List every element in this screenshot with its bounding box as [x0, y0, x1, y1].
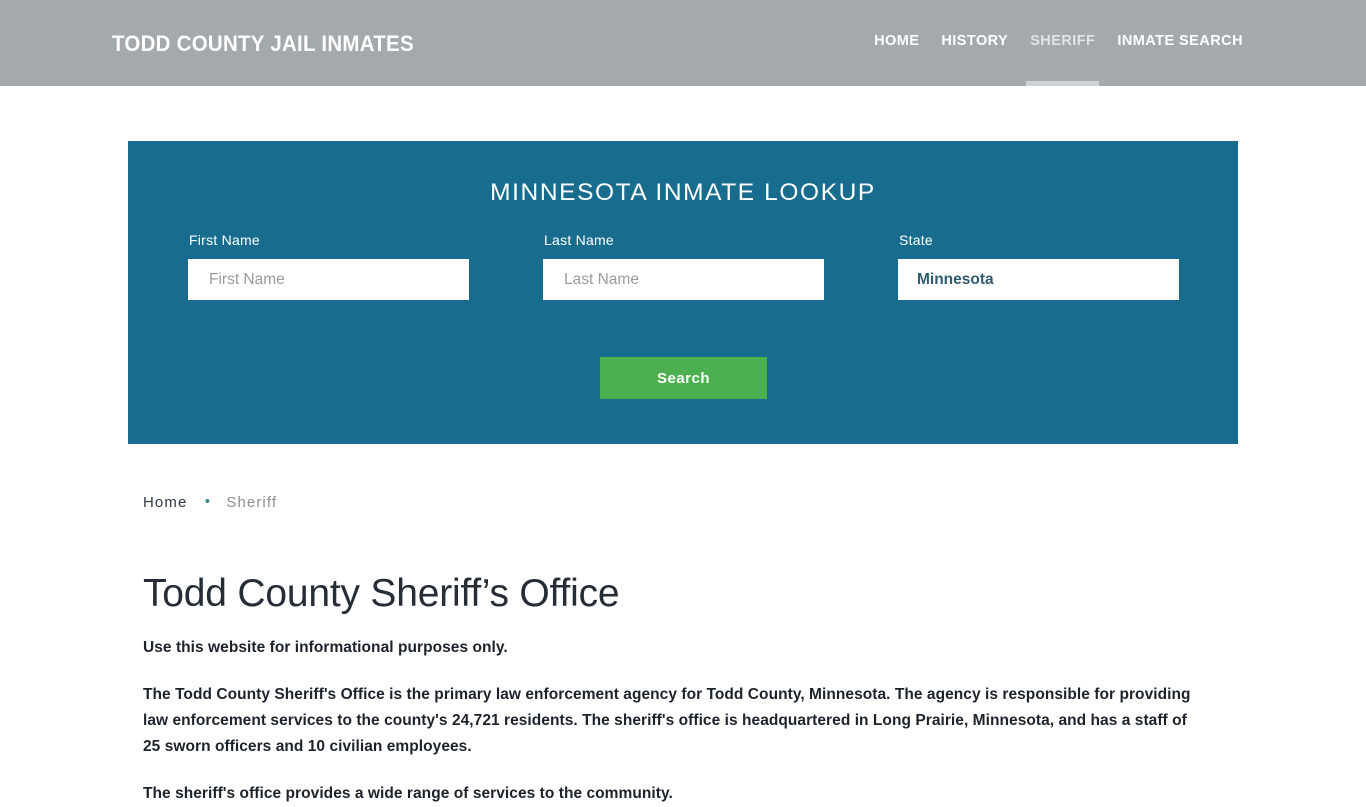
agency-intro-paragraph: The Todd County Sheriff's Office is the …: [143, 686, 1191, 755]
breadcrumb-separator-dot-icon: •: [204, 493, 212, 510]
first-name-input[interactable]: [188, 259, 469, 300]
search-button[interactable]: Search: [600, 357, 767, 399]
last-name-label: Last Name: [544, 232, 614, 248]
main-navigation: HOME HISTORY SHERIFF INMATE SEARCH: [863, 0, 1254, 86]
page-body: Use this website for informational purpo…: [143, 617, 1233, 807]
informational-note: Use this website for informational purpo…: [143, 639, 508, 656]
nav-item-history[interactable]: HISTORY: [930, 0, 1019, 86]
state-label: State: [899, 232, 933, 248]
site-header: TODD COUNTY JAIL INMATES HOME HISTORY SH…: [0, 0, 1366, 86]
lookup-panel-title: MINNESOTA INMATE LOOKUP: [490, 179, 876, 206]
state-select[interactable]: Minnesota: [898, 259, 1179, 300]
nav-item-inmate-search[interactable]: INMATE SEARCH: [1106, 0, 1254, 86]
last-name-input[interactable]: [543, 259, 824, 300]
nav-item-sheriff[interactable]: SHERIFF: [1019, 0, 1106, 86]
nav-item-home[interactable]: HOME: [863, 0, 930, 86]
breadcrumb: Home • Sheriff: [143, 492, 1233, 514]
first-name-field-group: First Name: [188, 231, 469, 300]
first-name-label: First Name: [189, 232, 260, 248]
breadcrumb-home-link[interactable]: Home: [143, 494, 187, 511]
agency-services-paragraph: The sheriff's office provides a wide ran…: [143, 785, 673, 802]
main-content: Home • Sheriff Todd County Sheriff’s Off…: [143, 492, 1233, 807]
inmate-lookup-panel: MINNESOTA INMATE LOOKUP First Name Last …: [128, 141, 1238, 444]
site-brand-title[interactable]: TODD COUNTY JAIL INMATES: [112, 31, 414, 57]
breadcrumb-current-page: Sheriff: [226, 494, 278, 511]
state-field-group: State Minnesota: [898, 231, 1179, 300]
last-name-field-group: Last Name: [543, 231, 824, 300]
page-title: Todd County Sheriff’s Office: [143, 572, 620, 615]
